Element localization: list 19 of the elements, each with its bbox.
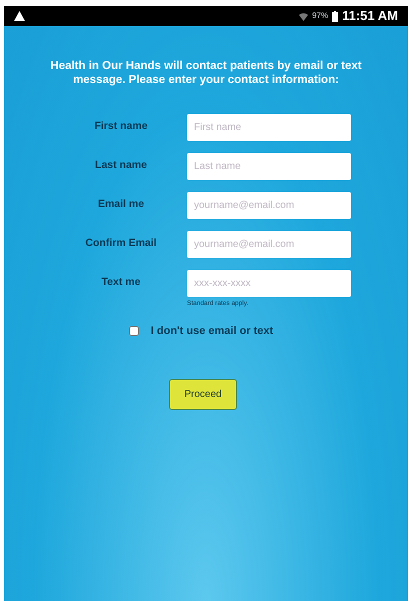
checkbox[interactable] (128, 326, 139, 336)
field-label: Text me (100, 275, 142, 290)
checkbox-label[interactable]: I don't use email or text (150, 322, 274, 340)
field-label: Confirm Email (84, 236, 158, 251)
input-field[interactable]: Last name (187, 153, 351, 180)
intro-text: Health in Our Hands will contact patients by email or text message. Please enter your contact information: (49, 59, 363, 87)
battery-percent: 97% (312, 10, 328, 22)
input-field[interactable]: yourname@email.com (187, 231, 351, 258)
clock: 11:51 AM (342, 7, 398, 26)
field-label: Email me (96, 197, 146, 212)
field-label: First name (93, 119, 149, 134)
input-field[interactable]: xxx-xxx-xxxx (187, 270, 351, 297)
warning-icon (14, 11, 25, 21)
input-field[interactable]: yourname@email.com (187, 192, 351, 219)
field-label: Last name (94, 158, 148, 173)
wifi-icon (299, 12, 308, 20)
proceed-button[interactable]: Proceed (169, 379, 237, 410)
battery-icon (332, 10, 338, 22)
input-field[interactable]: First name (187, 114, 351, 141)
